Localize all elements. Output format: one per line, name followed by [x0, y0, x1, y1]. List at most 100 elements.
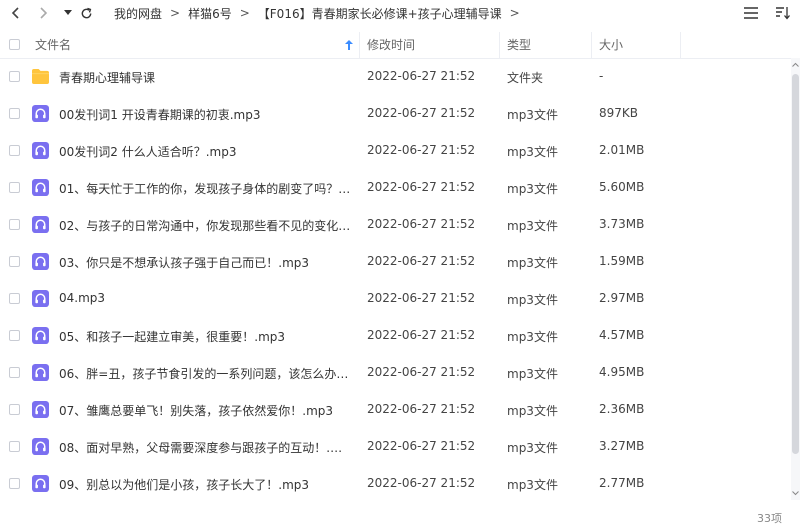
row-checkbox[interactable] — [9, 71, 20, 82]
file-size: 2.01MB — [599, 143, 645, 157]
file-type: mp3文件 — [507, 145, 558, 159]
column-divider[interactable] — [591, 32, 592, 58]
file-name[interactable]: 09、别总以为他们是小孩，孩子长大了！.mp3 — [59, 476, 351, 493]
file-size: 3.27MB — [599, 439, 645, 453]
scrollbar-thumb[interactable] — [792, 74, 799, 454]
file-name[interactable]: 05、和孩子一起建立审美，很重要！.mp3 — [59, 328, 351, 345]
row-checkbox[interactable] — [9, 441, 20, 452]
file-row[interactable]: 01、每天忙于工作的你，发现孩子身体的剧变了吗？.mp3 2022-06-27 … — [0, 169, 790, 206]
file-type: mp3文件 — [507, 108, 558, 122]
back-button[interactable] — [6, 3, 26, 23]
file-size: - — [599, 69, 604, 83]
breadcrumb-item-drive[interactable]: 样猫6号 — [188, 5, 232, 22]
row-checkbox[interactable] — [9, 182, 20, 193]
file-name[interactable]: 06、胖=丑，孩子节食引发的一系列问题，该怎么办？.m... — [59, 365, 351, 382]
column-divider[interactable] — [359, 32, 360, 58]
file-name[interactable]: 00发刊词2 什么人适合听？.mp3 — [59, 143, 351, 160]
breadcrumb-item-current[interactable]: 【F016】青春期家长必修课+孩子心理辅导课 — [258, 5, 502, 22]
file-modified-time: 2022-06-27 21:52 — [367, 291, 476, 305]
column-header-time[interactable]: 修改时间 — [367, 32, 415, 58]
file-modified-time: 2022-06-27 21:52 — [367, 328, 476, 342]
chevron-left-icon — [11, 7, 19, 19]
file-name[interactable]: 04.mp3 — [59, 291, 351, 305]
column-header-size[interactable]: 大小 — [599, 32, 623, 58]
item-count: 33项 — [757, 512, 782, 525]
file-modified-time: 2022-06-27 21:52 — [367, 439, 476, 453]
row-checkbox[interactable] — [9, 219, 20, 230]
audio-file-icon — [32, 142, 49, 159]
file-size: 2.36MB — [599, 402, 645, 416]
audio-file-icon — [32, 364, 49, 381]
list-view-icon — [744, 7, 758, 19]
select-all-checkbox[interactable] — [9, 39, 20, 50]
row-checkbox[interactable] — [9, 367, 20, 378]
file-row[interactable]: 04.mp3 2022-06-27 21:52 mp3文件 2.97MB — [0, 280, 790, 317]
forward-button[interactable] — [33, 3, 53, 23]
column-header-name[interactable]: 文件名 — [35, 32, 71, 58]
file-name[interactable]: 02、与孩子的日常沟通中，你发现那些看不见的变化了吗... — [59, 217, 351, 234]
file-type: mp3文件 — [507, 404, 558, 418]
file-name[interactable]: 07、雏鹰总要单飞！别失落，孩子依然爱你！.mp3 — [59, 402, 351, 419]
audio-file-icon — [32, 475, 49, 492]
file-modified-time: 2022-06-27 21:52 — [367, 106, 476, 120]
column-header-type[interactable]: 类型 — [507, 32, 531, 58]
caret-down-icon — [64, 10, 72, 15]
file-name[interactable]: 08、面对早熟，父母需要深度参与跟孩子的互动！.mp3 — [59, 439, 351, 456]
row-checkbox[interactable] — [9, 330, 20, 341]
column-divider[interactable] — [680, 32, 681, 58]
history-dropdown-button[interactable] — [58, 3, 78, 23]
file-modified-time: 2022-06-27 21:52 — [367, 365, 476, 379]
row-checkbox[interactable] — [9, 478, 20, 489]
breadcrumb-separator-icon: > — [170, 6, 181, 20]
file-row[interactable]: 00发刊词1 开设青春期课的初衷.mp3 2022-06-27 21:52 mp… — [0, 95, 790, 132]
file-name[interactable]: 00发刊词1 开设青春期课的初衷.mp3 — [59, 106, 351, 123]
file-row[interactable]: 08、面对早熟，父母需要深度参与跟孩子的互动！.mp3 2022-06-27 2… — [0, 428, 790, 465]
list-view-button[interactable] — [740, 2, 762, 24]
file-type: mp3文件 — [507, 219, 558, 233]
row-checkbox[interactable] — [9, 145, 20, 156]
row-checkbox[interactable] — [9, 108, 20, 119]
file-row[interactable]: 09、别总以为他们是小孩，孩子长大了！.mp3 2022-06-27 21:52… — [0, 465, 790, 502]
file-row[interactable]: 02、与孩子的日常沟通中，你发现那些看不见的变化了吗... 2022-06-27… — [0, 206, 790, 243]
row-checkbox[interactable] — [9, 256, 20, 267]
file-type: mp3文件 — [507, 478, 558, 492]
audio-file-icon — [32, 401, 49, 418]
file-row[interactable]: 06、胖=丑，孩子节食引发的一系列问题，该怎么办？.m... 2022-06-2… — [0, 354, 790, 391]
file-modified-time: 2022-06-27 21:52 — [367, 254, 476, 268]
file-row[interactable]: 07、雏鹰总要单飞！别失落，孩子依然爱你！.mp3 2022-06-27 21:… — [0, 391, 790, 428]
file-row[interactable]: 03、你只是不想承认孩子强于自己而已！.mp3 2022-06-27 21:52… — [0, 243, 790, 280]
column-divider[interactable] — [499, 32, 500, 58]
chevron-right-icon — [40, 7, 48, 19]
file-row[interactable]: 青春期心理辅导课 2022-06-27 21:52 文件夹 - — [0, 58, 790, 95]
file-name[interactable]: 01、每天忙于工作的你，发现孩子身体的剧变了吗？.mp3 — [59, 180, 351, 197]
file-modified-time: 2022-06-27 21:52 — [367, 143, 476, 157]
sort-button[interactable] — [772, 2, 794, 24]
breadcrumb-item-root[interactable]: 我的网盘 — [114, 5, 162, 22]
file-size: 2.97MB — [599, 291, 645, 305]
refresh-button[interactable] — [76, 3, 96, 23]
file-name[interactable]: 03、你只是不想承认孩子强于自己而已！.mp3 — [59, 254, 351, 271]
row-checkbox[interactable] — [9, 404, 20, 415]
scroll-down-arrow-icon[interactable] — [791, 488, 800, 498]
file-type: mp3文件 — [507, 367, 558, 381]
file-modified-time: 2022-06-27 21:52 — [367, 402, 476, 416]
audio-file-icon — [32, 253, 49, 270]
audio-file-icon — [32, 105, 49, 122]
file-size: 4.95MB — [599, 365, 645, 379]
view-controls — [740, 2, 794, 24]
vertical-scrollbar[interactable] — [791, 58, 800, 500]
sort-ascending-icon[interactable] — [345, 40, 353, 50]
audio-file-icon — [32, 216, 49, 233]
scroll-up-arrow-icon[interactable] — [791, 60, 800, 70]
audio-file-icon — [32, 438, 49, 455]
file-size: 3.73MB — [599, 217, 645, 231]
file-row[interactable]: 00发刊词2 什么人适合听？.mp3 2022-06-27 21:52 mp3文… — [0, 132, 790, 169]
file-name[interactable]: 青春期心理辅导课 — [59, 69, 351, 86]
file-list-header: 文件名 修改时间 类型 大小 — [0, 32, 800, 59]
row-checkbox[interactable] — [9, 293, 20, 304]
file-row[interactable]: 05、和孩子一起建立审美，很重要！.mp3 2022-06-27 21:52 m… — [0, 317, 790, 354]
file-modified-time: 2022-06-27 21:52 — [367, 476, 476, 490]
file-size: 4.57MB — [599, 328, 645, 342]
breadcrumb: 我的网盘 > 样猫6号 > 【F016】青春期家长必修课+孩子心理辅导课 > — [114, 5, 528, 21]
refresh-icon — [81, 7, 91, 18]
